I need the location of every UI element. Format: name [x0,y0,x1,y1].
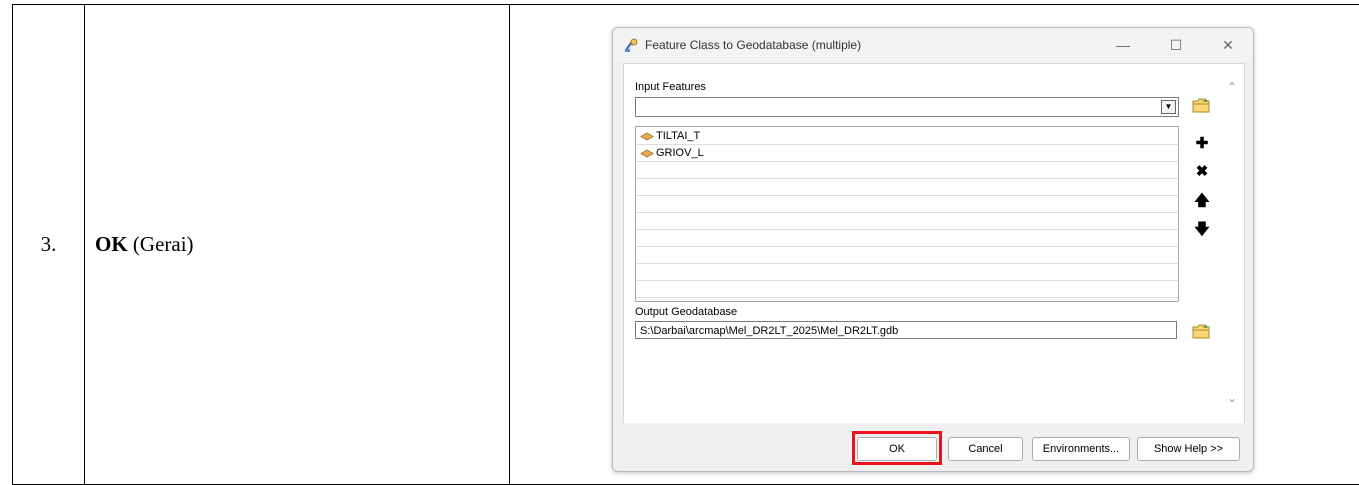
feature-class-dialog: Feature Class to Geodatabase (multiple) … [612,27,1254,472]
list-item[interactable]: TILTAI_T [640,128,700,144]
list-row [636,144,1178,162]
list-item-label: TILTAI_T [656,130,701,142]
list-item[interactable]: GRIOV_L [640,145,704,161]
list-item-label: GRIOV_L [656,147,704,159]
step-number: 3. [12,4,85,485]
add-icon[interactable]: ✚ [1191,134,1213,154]
input-features-combobox[interactable]: ▼ [635,97,1179,117]
list-row [636,178,1178,196]
polygon-layer-icon [640,149,654,158]
cancel-button[interactable]: Cancel [948,437,1023,461]
dialog-title: Feature Class to Geodatabase (multiple) [645,38,862,52]
output-geodatabase-label: Output Geodatabase [635,306,738,318]
list-row [636,263,1178,281]
environments-button[interactable]: Environments... [1032,437,1130,461]
list-row [636,127,1178,145]
ok-highlight-box [852,431,942,465]
input-features-list[interactable]: TILTAI_T GRIOV_L [635,126,1179,302]
geoprocessing-tool-icon [625,38,638,52]
scroll-up-icon[interactable]: ⌃ [1227,80,1237,94]
list-row [636,246,1178,264]
list-row [636,195,1178,213]
dialog-content: Input Features ▼ TILTAI_T GRIOV_L ✚ ✖ 🡅 … [623,63,1245,424]
list-row [636,212,1178,230]
dialog-footer: OK Cancel Environments... Show Help >> [613,423,1253,471]
polygon-layer-icon [640,132,654,141]
move-up-icon[interactable]: 🡅 [1191,191,1213,211]
show-help-button[interactable]: Show Help >> [1137,437,1240,461]
step-instruction-rest: (Gerai) [127,232,194,256]
browse-folder-icon[interactable] [1192,97,1210,113]
maximize-icon[interactable]: ☐ [1166,36,1186,54]
remove-icon[interactable]: ✖ [1191,162,1213,182]
minimize-icon[interactable]: — [1113,36,1133,54]
list-row [636,280,1178,298]
input-features-label: Input Features [635,81,706,93]
move-down-icon[interactable]: 🡇 [1191,220,1213,240]
dialog-titlebar: Feature Class to Geodatabase (multiple) … [613,28,1253,62]
list-row [636,161,1178,179]
step-instruction: OK (Gerai) [84,4,510,485]
scroll-down-icon[interactable]: ⌄ [1227,391,1237,405]
step-instruction-bold: OK [95,232,128,256]
list-row [636,229,1178,247]
browse-folder-icon[interactable] [1192,323,1210,339]
close-icon[interactable]: ✕ [1218,36,1238,54]
output-geodatabase-field[interactable]: S:\Darbai\arcmap\Mel_DR2LT_2025\Mel_DR2L… [635,321,1177,339]
chevron-down-icon[interactable]: ▼ [1161,100,1176,114]
